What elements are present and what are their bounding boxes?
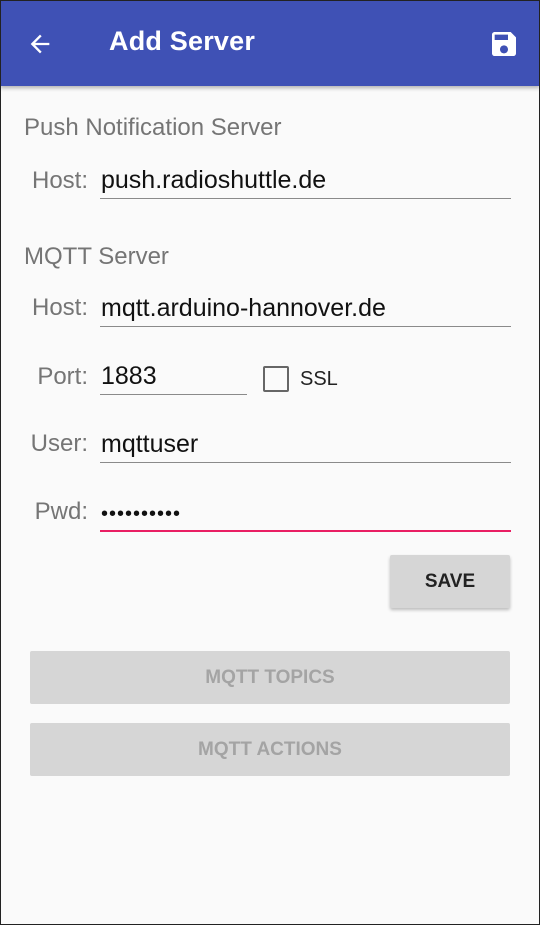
mqtt-actions-button[interactable]: MQTT ACTIONS <box>30 723 510 776</box>
mqtt-host-input[interactable]: mqtt.arduino-hannover.de <box>100 290 511 327</box>
app-bar: Add Server <box>0 0 540 86</box>
ssl-label: SSL <box>300 368 338 390</box>
port-label: Port: <box>37 363 88 390</box>
pwd-label: Pwd: <box>34 498 88 525</box>
user-input[interactable]: mqttuser <box>100 426 511 463</box>
page-title: Add Server <box>109 26 256 56</box>
user-label: User: <box>30 430 88 457</box>
password-mask: •••••••••• <box>101 503 182 525</box>
back-button[interactable] <box>18 22 62 66</box>
push-section-heading: Push Notification Server <box>24 114 282 141</box>
push-host-label: Host: <box>31 167 88 194</box>
floppy-save-icon <box>492 32 516 56</box>
ssl-checkbox[interactable] <box>263 366 289 392</box>
push-host-input[interactable]: push.radioshuttle.de <box>100 162 511 199</box>
save-button[interactable]: SAVE <box>390 555 510 608</box>
save-toolbar-button[interactable] <box>484 22 524 66</box>
password-input[interactable]: •••••••••• <box>100 494 511 532</box>
port-input[interactable]: 1883 <box>100 358 247 395</box>
mqtt-section-heading: MQTT Server <box>24 243 169 270</box>
mqtt-host-label: Host: <box>31 294 88 321</box>
arrow-back-icon <box>30 34 50 54</box>
mqtt-topics-button[interactable]: MQTT TOPICS <box>30 651 510 704</box>
